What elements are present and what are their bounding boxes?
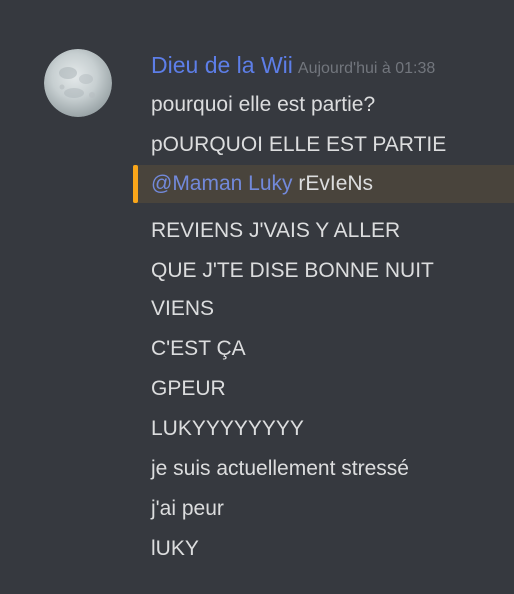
mention-message-line: @Maman Luky rEvIeNs [151,169,373,199]
mention-message-text: rEvIeNs [292,172,374,195]
message-line: C'EST ÇA [151,337,246,360]
message-group: Dieu de la Wii Aujourd'hui à 01:38 pourqu… [0,0,514,594]
user-mention[interactable]: @Maman Luky [151,172,293,195]
message-timestamp[interactable]: Aujourd'hui à 01:38 [298,60,435,77]
message-line: pOURQUOI ELLE EST PARTIE [151,133,447,156]
message-line: GPEUR [151,377,226,400]
message-line: QUE J'TE DISE BONNE NUIT [151,259,434,282]
message-line: REVIENS J'VAIS Y ALLER [151,219,401,242]
message-line: pourquoi elle est partie? [151,93,376,116]
author-avatar[interactable] [44,49,112,117]
mention-bar [133,165,138,203]
message-line: LUKYYYYYYYY [151,417,304,440]
message-line: je suis actuellement stressé [151,457,409,480]
author-name[interactable]: Dieu de la Wii [151,52,293,78]
message-header: Dieu de la Wii Aujourd'hui à 01:38 [151,49,435,85]
message-line: VIENS [151,297,215,320]
full-moon-avatar-icon [44,49,112,117]
message-line: j'ai peur [151,497,224,520]
message-line: lUKY [151,537,199,560]
